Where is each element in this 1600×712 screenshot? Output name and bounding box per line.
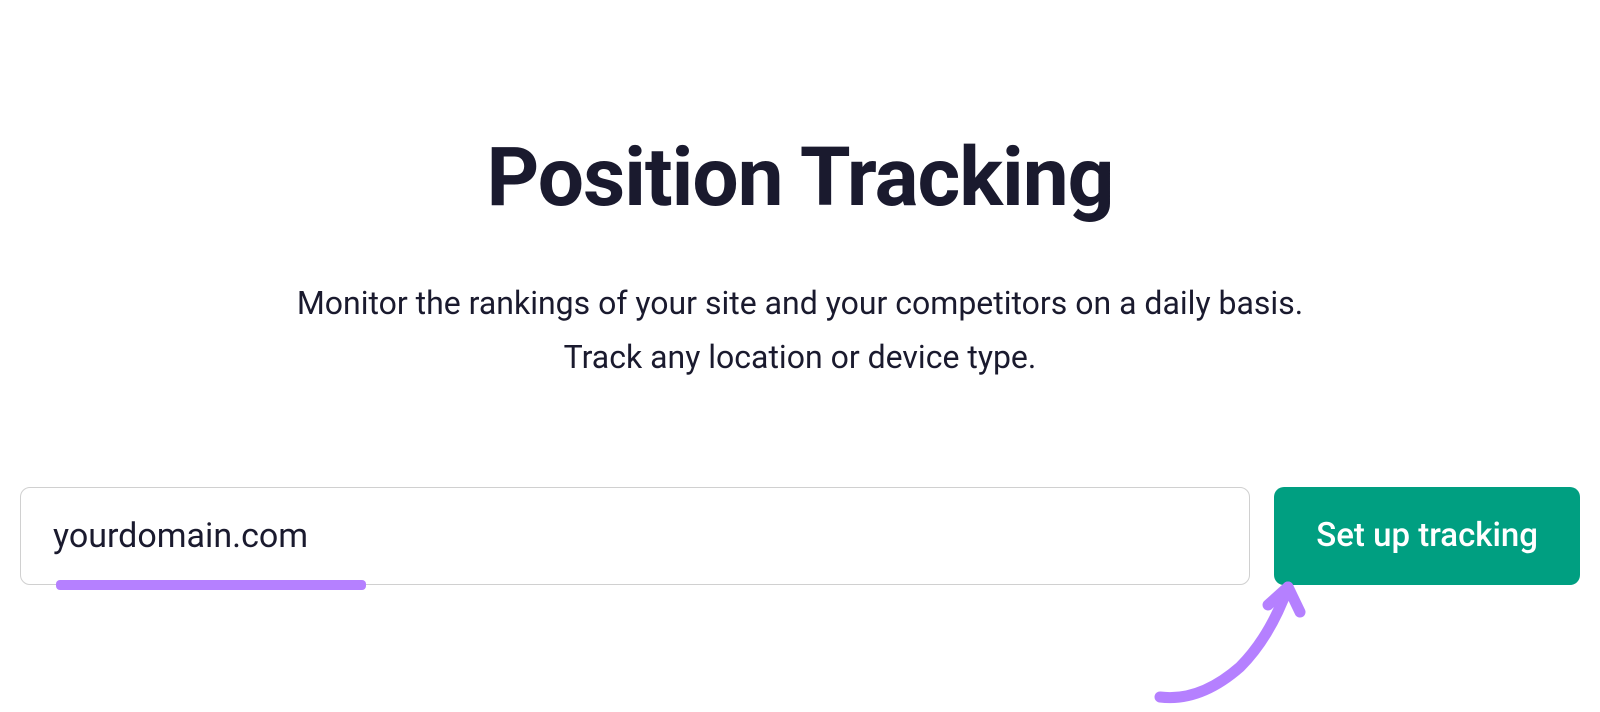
domain-input[interactable] xyxy=(20,487,1250,585)
main-container: Position Tracking Monitor the rankings o… xyxy=(0,0,1600,585)
page-description: Monitor the rankings of your site and yo… xyxy=(297,276,1303,385)
description-line-2: Track any location or device type. xyxy=(564,338,1037,376)
description-line-1: Monitor the rankings of your site and yo… xyxy=(297,284,1303,322)
domain-input-wrapper xyxy=(20,487,1250,585)
page-title: Position Tracking xyxy=(486,130,1113,226)
form-row: Set up tracking xyxy=(20,487,1580,585)
setup-tracking-button[interactable]: Set up tracking xyxy=(1274,487,1580,585)
annotation-underline xyxy=(56,580,366,590)
